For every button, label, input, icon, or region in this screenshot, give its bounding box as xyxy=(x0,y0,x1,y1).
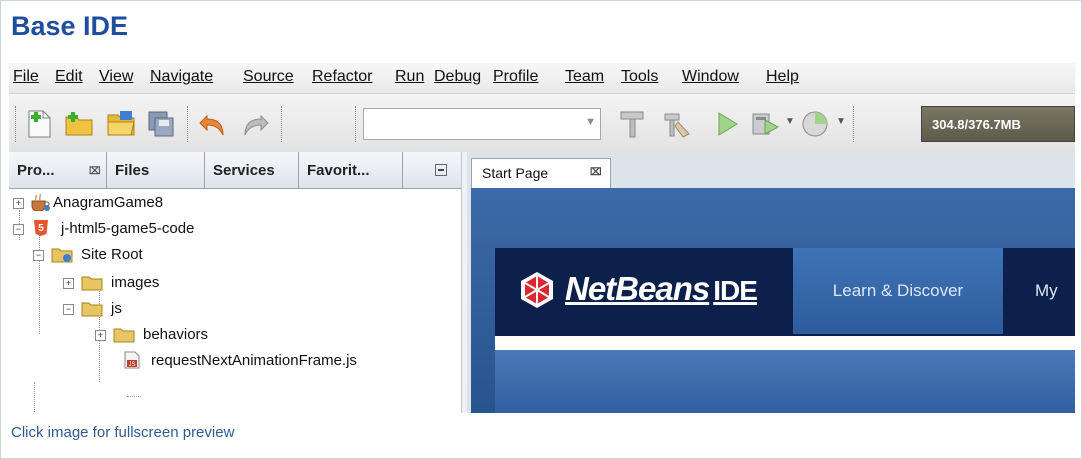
configuration-combo[interactable]: ▼ xyxy=(363,108,601,140)
folder-icon xyxy=(113,328,135,343)
netbeans-header: NetBeans IDE Learn & Discover My xyxy=(495,248,1075,336)
tab-start-page-label: Start Page xyxy=(482,165,549,181)
close-icon[interactable]: ⌧ xyxy=(89,153,101,191)
tab-start-page[interactable]: Start Page ⌧ xyxy=(471,158,611,188)
nav-my-netbeans[interactable]: My xyxy=(1035,248,1058,334)
menu-view[interactable]: View xyxy=(99,68,133,86)
tree-node-label: AnagramGame8 xyxy=(53,194,164,211)
toolbar: ▼ ▼ ▼ 304.8/376.7MB xyxy=(9,94,1075,152)
tree-node-label: js xyxy=(111,300,122,317)
folder-icon xyxy=(81,302,103,317)
tree-line xyxy=(34,382,35,413)
fullscreen-preview-link[interactable]: Click image for fullscreen preview xyxy=(11,424,234,441)
run-icon[interactable] xyxy=(711,108,743,140)
build-hammer-icon[interactable] xyxy=(617,108,649,140)
tree-node-site-root[interactable]: − Site Root xyxy=(33,244,453,266)
tree-node-behaviors[interactable]: + behaviors xyxy=(95,324,453,346)
save-all-icon[interactable] xyxy=(145,108,177,140)
svg-text:5: 5 xyxy=(38,223,44,234)
expand-icon[interactable]: + xyxy=(63,278,74,289)
new-file-icon[interactable] xyxy=(23,108,55,140)
collapse-icon[interactable]: − xyxy=(63,304,74,315)
open-project-icon[interactable] xyxy=(105,108,137,140)
tree-node-label: Site Root xyxy=(81,246,143,263)
collapse-icon[interactable]: − xyxy=(13,224,24,235)
panel-tabs: Pro... ⌧ Files Services Favorit... xyxy=(9,152,461,189)
projects-panel: Pro... ⌧ Files Services Favorit... + Ana… xyxy=(9,152,462,413)
menu-tools[interactable]: Tools xyxy=(621,68,658,86)
ide-screenshot[interactable]: File Edit View Navigate Source Refactor … xyxy=(9,63,1075,413)
page-title: Base IDE xyxy=(11,11,129,41)
menu-team[interactable]: Team xyxy=(565,68,604,86)
menu-refactor[interactable]: Refactor xyxy=(312,68,372,86)
toolbar-separator xyxy=(15,106,17,142)
tree-node-label: j-html5-game5-code xyxy=(61,220,195,237)
tree-node-request-animation-js[interactable]: JS requestNextAnimationFrame.js xyxy=(95,350,453,372)
tree-line xyxy=(127,396,141,397)
undo-icon[interactable] xyxy=(197,108,229,140)
netbeans-logo[interactable]: NetBeans IDE xyxy=(565,270,758,308)
tab-favorites[interactable]: Favorit... xyxy=(299,152,403,188)
tab-projects-label: Pro... xyxy=(17,162,55,179)
expand-icon[interactable]: + xyxy=(95,330,106,341)
menu-source[interactable]: Source xyxy=(243,68,294,86)
menu-file[interactable]: File xyxy=(13,68,39,86)
tab-services[interactable]: Services xyxy=(205,152,299,188)
toolbar-separator xyxy=(187,106,189,142)
article-frame: Base IDE File Edit View Navigate Source … xyxy=(0,0,1082,459)
netbeans-logo-ide: IDE xyxy=(713,275,758,306)
chevron-down-icon: ▼ xyxy=(585,116,596,128)
menu-bar: File Edit View Navigate Source Refactor … xyxy=(9,63,1075,94)
close-icon[interactable]: ⌧ xyxy=(590,159,602,187)
start-page: NetBeans IDE Learn & Discover My xyxy=(471,188,1075,413)
html5-icon: 5 xyxy=(34,220,48,236)
menu-profile[interactable]: Profile xyxy=(493,68,538,86)
netbeans-cube-icon xyxy=(521,272,553,308)
tree-node-label: images xyxy=(111,274,160,291)
menu-help[interactable]: Help xyxy=(766,68,799,86)
profile-dropdown-icon[interactable]: ▼ xyxy=(836,116,846,127)
debug-dropdown-icon[interactable]: ▼ xyxy=(785,116,795,127)
editor-area: Start Page ⌧ NetBeans IDE Learn & Discove… xyxy=(467,152,1075,413)
tab-files[interactable]: Files xyxy=(107,152,205,188)
start-page-banner xyxy=(495,350,1075,413)
minimize-icon[interactable] xyxy=(435,164,447,176)
clean-build-icon[interactable] xyxy=(661,108,693,140)
nav-learn-discover[interactable]: Learn & Discover xyxy=(793,248,1003,334)
tree-node-label: requestNextAnimationFrame.js xyxy=(151,352,357,369)
menu-edit[interactable]: Edit xyxy=(55,68,83,86)
tab-projects[interactable]: Pro... ⌧ xyxy=(9,152,107,188)
tree-node-label: behaviors xyxy=(143,326,209,343)
menu-run[interactable]: Run xyxy=(395,68,424,86)
menu-navigate[interactable]: Navigate xyxy=(150,68,213,86)
memory-usage-indicator[interactable]: 304.8/376.7MB xyxy=(921,106,1075,142)
toolbar-separator xyxy=(355,106,357,142)
folder-icon xyxy=(81,276,103,291)
menu-window[interactable]: Window xyxy=(682,68,739,86)
expand-icon[interactable]: + xyxy=(13,198,24,209)
profile-icon[interactable] xyxy=(799,108,831,140)
netbeans-logo-text: NetBeans xyxy=(565,270,710,307)
menu-debug[interactable]: Debug xyxy=(434,68,481,86)
java-project-icon xyxy=(31,193,50,211)
new-project-icon[interactable] xyxy=(63,108,95,140)
start-page-divider xyxy=(495,336,1075,350)
debug-icon[interactable] xyxy=(749,108,781,140)
tree-node-html5-project[interactable]: − 5 j-html5-game5-code xyxy=(13,218,453,240)
svg-text:JS: JS xyxy=(128,362,135,368)
js-file-icon: JS xyxy=(124,351,140,369)
tree-node-anagramgame8[interactable]: + AnagramGame8 xyxy=(13,192,453,214)
tree-node-images[interactable]: + images xyxy=(63,272,453,294)
folder-icon xyxy=(51,248,73,263)
tree-node-js[interactable]: − js xyxy=(63,298,453,320)
toolbar-separator xyxy=(281,106,283,142)
toolbar-separator xyxy=(853,106,855,142)
collapse-icon[interactable]: − xyxy=(33,250,44,261)
redo-icon[interactable] xyxy=(239,108,271,140)
